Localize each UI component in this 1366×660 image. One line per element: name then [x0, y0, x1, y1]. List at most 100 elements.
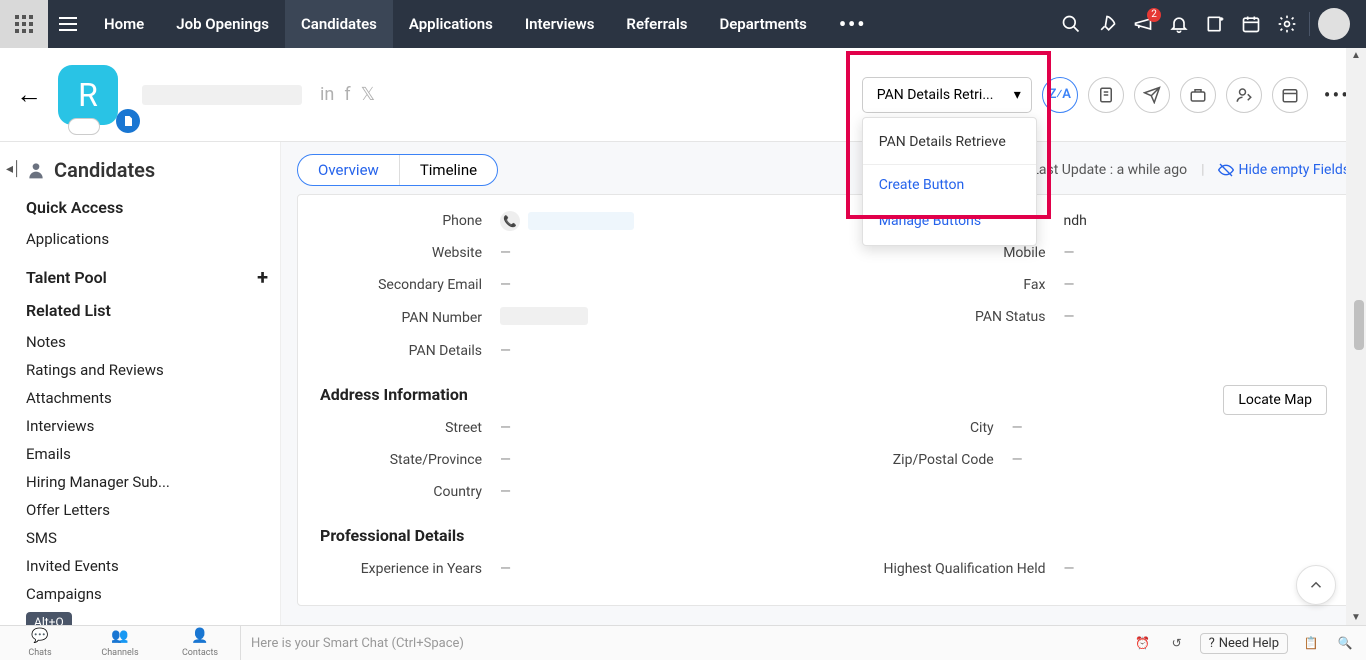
gear-icon[interactable] [1273, 10, 1301, 38]
candidate-avatar[interactable]: R -- ☆ [58, 65, 118, 125]
value-city[interactable]: — [1012, 420, 1224, 436]
dropdown-label: PAN Details Retri... [877, 87, 994, 103]
nav-divider [1309, 12, 1310, 36]
value-country[interactable]: — [500, 484, 752, 500]
search-bottom-icon[interactable]: 🔍 [1334, 632, 1356, 654]
value-pan-details[interactable]: — [500, 343, 804, 359]
grid-icon [15, 15, 33, 33]
value-highest-qual[interactable]: — [1064, 561, 1328, 577]
plus-icon[interactable]: + [257, 265, 268, 289]
twitter-icon[interactable]: 𝕏 [361, 84, 376, 105]
top-nav: Home Job Openings Candidates Application… [0, 0, 1366, 48]
sidebar-item-campaigns[interactable]: Campaigns [26, 580, 268, 608]
scrollbar-rail[interactable]: ▲ ▼ [1346, 48, 1366, 625]
smart-chat-input[interactable]: Here is your Smart Chat (Ctrl+Space) [240, 626, 1122, 660]
nav-tab-referrals[interactable]: Referrals [610, 0, 703, 48]
scroll-top-button[interactable] [1296, 565, 1336, 605]
facebook-icon[interactable]: f [344, 84, 350, 105]
scroll-down-arrow[interactable]: ▼ [1351, 610, 1361, 625]
alarm-icon[interactable]: ⏰ [1132, 632, 1154, 654]
person-icon [26, 160, 46, 180]
briefcase-button[interactable] [1180, 77, 1216, 113]
sidebar-item-applications[interactable]: Applications [26, 225, 268, 253]
tab-row: Overview Timeline Last Update : a while … [297, 154, 1350, 186]
sidebar-item-sms[interactable]: SMS [26, 524, 268, 552]
notification-badge: 2 [1147, 8, 1161, 22]
bell-icon[interactable] [1165, 10, 1193, 38]
nav-tab-departments[interactable]: Departments [703, 0, 822, 48]
scroll-up-arrow[interactable]: ▲ [1351, 48, 1361, 63]
custom-button-trigger[interactable]: PAN Details Retri... ▾ [862, 77, 1032, 113]
nav-tab-applications[interactable]: Applications [393, 0, 509, 48]
send-button[interactable] [1134, 77, 1170, 113]
value-fax[interactable]: — [1064, 277, 1328, 293]
bottom-channels[interactable]: 👥Channels [80, 628, 160, 658]
label-website: Website [320, 245, 500, 261]
rocket-icon[interactable] [1093, 10, 1121, 38]
value-state[interactable]: — [500, 452, 752, 468]
sidebar-item-offer-letters[interactable]: Offer Letters [26, 496, 268, 524]
scroll-thumb[interactable] [1354, 300, 1364, 350]
sidebar-item-notes[interactable]: Notes [26, 328, 268, 356]
user-avatar[interactable] [1318, 8, 1350, 40]
nav-tab-interviews[interactable]: Interviews [509, 0, 611, 48]
bottom-chats[interactable]: 💬Chats [0, 628, 80, 658]
nav-tab-candidates[interactable]: Candidates [285, 0, 393, 48]
value-street[interactable]: — [500, 420, 752, 436]
label-secondary-email: Secondary Email [320, 277, 500, 293]
bottom-contacts[interactable]: 👤Contacts [160, 628, 240, 658]
value-mobile[interactable]: — [1064, 245, 1328, 261]
sidebar-item-attachments[interactable]: Attachments [26, 384, 268, 412]
nav-tab-home[interactable]: Home [88, 0, 160, 48]
note-button[interactable] [1088, 77, 1124, 113]
tab-overview[interactable]: Overview [298, 155, 399, 185]
value-experience[interactable]: — [500, 561, 804, 577]
label-pan-status: PAN Status [844, 309, 1064, 325]
need-help-button[interactable]: ?Need Help [1200, 633, 1288, 654]
calendar-icon[interactable] [1237, 10, 1265, 38]
label-pan-details: PAN Details [320, 343, 500, 359]
app-launcher[interactable] [0, 0, 48, 48]
talent-pool-heading[interactable]: Talent Pool+ [26, 265, 268, 289]
nav-tab-job-openings[interactable]: Job Openings [160, 0, 285, 48]
clipboard-icon[interactable]: 📋 [1300, 632, 1322, 654]
tab-timeline[interactable]: Timeline [399, 155, 497, 185]
menu-item-manage-buttons[interactable]: Manage Buttons [863, 203, 1036, 239]
sidebar-item-invited-events[interactable]: Invited Events [26, 552, 268, 580]
locate-map-button[interactable]: Locate Map [1223, 385, 1327, 415]
keyboard-shortcut-hint: Alt+Q [26, 612, 72, 625]
nav-right: 2 [1057, 8, 1366, 40]
resume-badge-icon[interactable] [116, 109, 140, 133]
value-phone[interactable]: 📞 [500, 211, 804, 231]
schedule-button[interactable] [1272, 77, 1308, 113]
menu-item-pan-retrieve[interactable]: PAN Details Retrieve [863, 124, 1036, 160]
search-icon[interactable] [1057, 10, 1085, 38]
value-pan-status[interactable]: — [1064, 309, 1328, 325]
menu-toggle[interactable] [48, 17, 88, 31]
value-secondary-email[interactable]: — [500, 277, 804, 293]
label-pan-number: PAN Number [320, 310, 500, 326]
sidebar-item-interviews[interactable]: Interviews [26, 412, 268, 440]
chevron-down-icon: ▾ [1014, 87, 1021, 103]
sidebar-item-ratings[interactable]: Ratings and Reviews [26, 356, 268, 384]
pill-tabs: Overview Timeline [297, 154, 498, 186]
history-icon[interactable]: ↺ [1166, 632, 1188, 654]
rating-badge[interactable]: -- ☆ [68, 118, 100, 135]
value-zip[interactable]: — [1012, 452, 1224, 468]
back-button[interactable]: ← [16, 79, 42, 110]
zia-button[interactable]: Z⁄A [1042, 77, 1078, 113]
sidebar-collapse-icon[interactable]: ◂│ [6, 160, 22, 177]
nav-tab-more[interactable]: ••• [823, 0, 883, 48]
hide-empty-toggle[interactable]: Hide empty Fields [1218, 162, 1350, 178]
linkedin-icon[interactable]: in [320, 84, 334, 105]
menu-item-create-button[interactable]: Create Button [863, 164, 1036, 203]
announcement-icon[interactable]: 2 [1129, 10, 1157, 38]
sidebar-item-hiring-manager[interactable]: Hiring Manager Sub... [26, 468, 268, 496]
value-pan-number[interactable] [500, 307, 804, 329]
sidebar-item-emails[interactable]: Emails [26, 440, 268, 468]
share-user-button[interactable] [1226, 77, 1262, 113]
last-update-label: Last Update : a while ago [1031, 162, 1187, 178]
section-professional: Professional Details [320, 526, 1327, 545]
add-record-icon[interactable] [1201, 10, 1229, 38]
value-website[interactable]: — [500, 245, 804, 261]
